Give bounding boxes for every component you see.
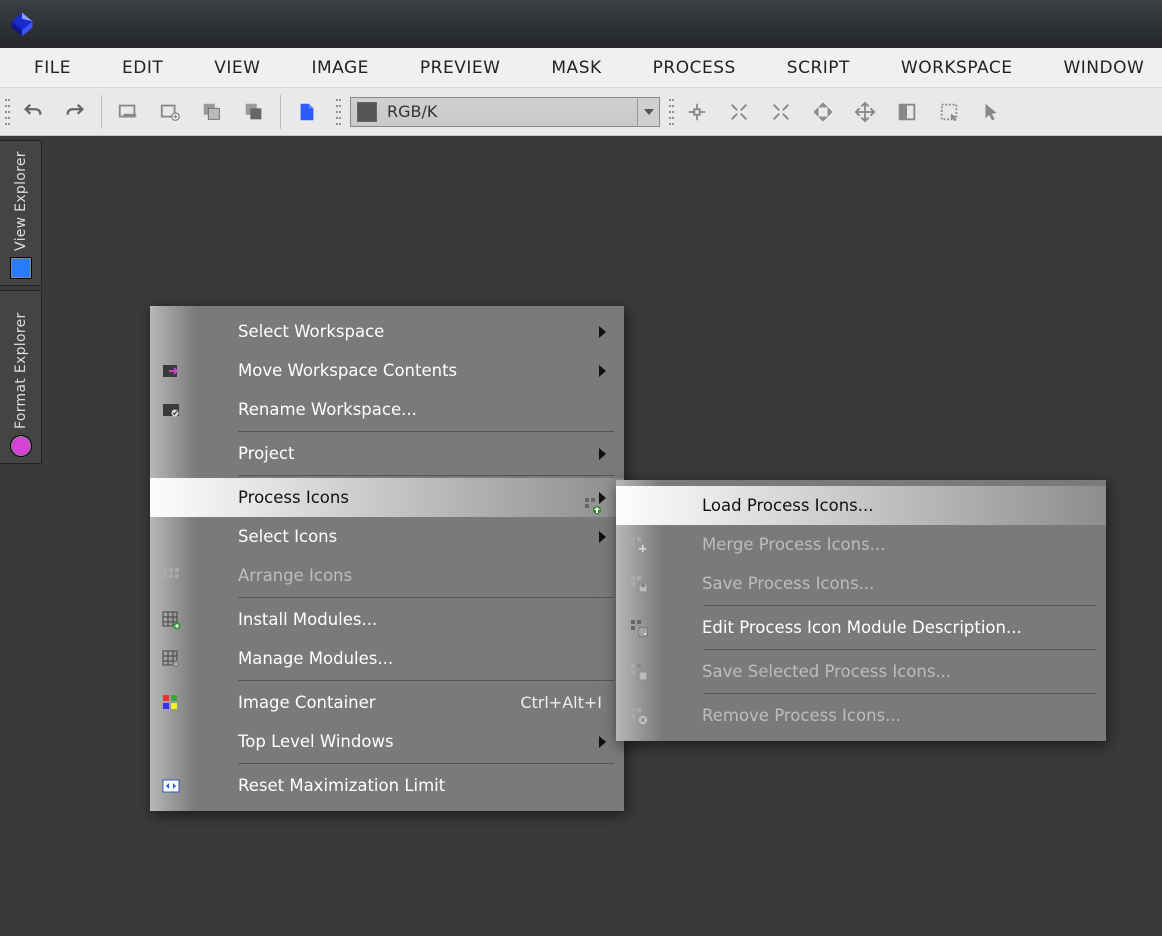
- submenu-arrow-icon: [599, 736, 606, 748]
- menu-separator: [238, 680, 614, 681]
- menu-mask[interactable]: MASK: [525, 49, 626, 87]
- toolbar-grip[interactable]: [668, 97, 675, 127]
- format-explorer-label: Format Explorer: [13, 297, 29, 429]
- reset-maximization-icon: [160, 775, 182, 797]
- context-menu-gutter: [150, 306, 196, 811]
- submenu-merge-process-icons: Merge Process Icons...: [662, 525, 1106, 564]
- tool-pan-button[interactable]: [803, 92, 843, 132]
- edit-process-icon-desc-icon: [628, 617, 650, 639]
- format-explorer-tab[interactable]: Format Explorer: [0, 290, 42, 464]
- view-explorer-label: View Explorer: [13, 147, 29, 251]
- app-logo-icon: [8, 10, 36, 38]
- workspace-area[interactable]: View Explorer Format Explorer Select Wor…: [0, 136, 1162, 936]
- menu-install-modules[interactable]: Install Modules...: [196, 600, 624, 639]
- title-bar: [0, 0, 1162, 48]
- toolbar-separator: [101, 95, 102, 129]
- save-selected-process-icons-icon: [628, 661, 650, 683]
- submenu-arrow-icon: [599, 326, 606, 338]
- workspace-context-menu: Select Workspace Move Workspace Contents…: [150, 306, 624, 811]
- view-explorer-tab[interactable]: View Explorer: [0, 140, 42, 286]
- tool-select-button[interactable]: [929, 92, 969, 132]
- menu-process-icons[interactable]: Process Icons: [150, 478, 624, 517]
- new-window-button[interactable]: [150, 92, 190, 132]
- menu-separator: [704, 605, 1096, 606]
- menu-bar: FILE EDIT VIEW IMAGE PREVIEW MASK PROCES…: [0, 48, 1162, 88]
- arrange-icons-icon: [160, 565, 182, 587]
- color-swatch-icon: [357, 102, 377, 122]
- submenu-arrow-icon: [599, 531, 606, 543]
- menu-reset-maximization-limit[interactable]: Reset Maximization Limit: [196, 766, 624, 805]
- rename-workspace-icon: [160, 399, 182, 421]
- window-mask-button[interactable]: [234, 92, 274, 132]
- merge-process-icons-icon: [628, 534, 650, 556]
- menu-separator: [238, 763, 614, 764]
- menu-separator: [238, 597, 614, 598]
- toolbar-separator: [280, 95, 281, 129]
- menu-preview[interactable]: PREVIEW: [394, 49, 526, 87]
- menu-project[interactable]: Project: [196, 434, 624, 473]
- submenu-load-process-icons[interactable]: Load Process Icons...: [616, 486, 1106, 525]
- submenu-edit-process-icon-desc[interactable]: Edit Process Icon Module Description...: [662, 608, 1106, 647]
- manage-modules-icon: [160, 648, 182, 670]
- menu-process[interactable]: PROCESS: [627, 49, 761, 87]
- menu-view[interactable]: VIEW: [188, 49, 285, 87]
- process-icons-submenu: Load Process Icons... Merge Process Icon…: [616, 480, 1106, 741]
- menu-script[interactable]: SCRIPT: [761, 49, 875, 87]
- menu-rename-workspace[interactable]: Rename Workspace...: [196, 390, 624, 429]
- menu-arrange-icons: Arrange Icons: [196, 556, 624, 595]
- menu-separator: [238, 475, 614, 476]
- menu-separator: [704, 649, 1096, 650]
- submenu-arrow-icon: [599, 448, 606, 460]
- submenu-save-selected-process-icons: Save Selected Process Icons...: [662, 652, 1106, 691]
- tool-collapse-button[interactable]: [761, 92, 801, 132]
- load-process-icons-icon: [582, 495, 604, 517]
- menu-separator: [238, 431, 614, 432]
- format-explorer-swatch-icon: [10, 435, 32, 457]
- save-process-icons-icon: [628, 573, 650, 595]
- move-workspace-icon: [160, 360, 182, 382]
- color-mode-combo[interactable]: RGB/K: [350, 97, 660, 127]
- menu-edit[interactable]: EDIT: [96, 49, 188, 87]
- tool-move-button[interactable]: [845, 92, 885, 132]
- menu-top-level-windows[interactable]: Top Level Windows: [196, 722, 624, 761]
- menu-select-icons[interactable]: Select Icons: [196, 517, 624, 556]
- install-modules-icon: [160, 609, 182, 631]
- menu-separator: [704, 693, 1096, 694]
- tool-center-button[interactable]: [677, 92, 717, 132]
- menu-image[interactable]: IMAGE: [285, 49, 393, 87]
- toolbar-grip[interactable]: [335, 97, 342, 127]
- image-window-button[interactable]: [108, 92, 148, 132]
- submenu-remove-process-icons: Remove Process Icons...: [662, 696, 1106, 735]
- submenu-save-process-icons: Save Process Icons...: [662, 564, 1106, 603]
- toolbar: RGB/K: [0, 88, 1162, 136]
- tool-half-button[interactable]: [887, 92, 927, 132]
- blue-file-button[interactable]: [287, 92, 327, 132]
- view-explorer-swatch-icon: [10, 257, 32, 279]
- menu-window[interactable]: WINDOW: [1037, 49, 1162, 87]
- window-copy-button[interactable]: [192, 92, 232, 132]
- menu-image-container[interactable]: Image Container Ctrl+Alt+I: [196, 683, 624, 722]
- tool-pointer-button[interactable]: [971, 92, 1011, 132]
- menu-file[interactable]: FILE: [6, 49, 96, 87]
- image-container-icon: [160, 692, 182, 714]
- toolbar-grip[interactable]: [4, 97, 11, 127]
- undo-button[interactable]: [13, 92, 53, 132]
- submenu-arrow-icon: [599, 365, 606, 377]
- menu-workspace[interactable]: WORKSPACE: [875, 49, 1038, 87]
- menu-move-workspace-contents[interactable]: Move Workspace Contents: [196, 351, 624, 390]
- color-mode-label: RGB/K: [387, 102, 637, 121]
- tool-fullscreen-button[interactable]: [719, 92, 759, 132]
- menu-select-workspace[interactable]: Select Workspace: [196, 312, 624, 351]
- remove-process-icons-icon: [628, 705, 650, 727]
- menu-manage-modules[interactable]: Manage Modules...: [196, 639, 624, 678]
- dropdown-icon[interactable]: [637, 98, 659, 126]
- redo-button[interactable]: [55, 92, 95, 132]
- image-container-shortcut: Ctrl+Alt+I: [520, 693, 610, 712]
